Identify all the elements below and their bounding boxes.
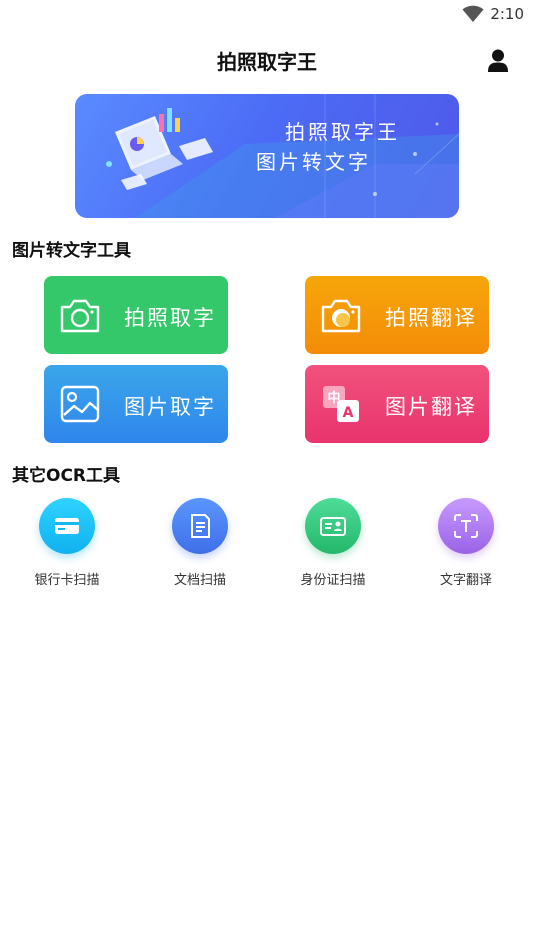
image-ocr-button[interactable]: 图片取字: [44, 365, 228, 443]
other-tool-label: 文字翻译: [439, 573, 492, 588]
status-bar: 2:10: [0, 0, 534, 30]
photo-ocr-button[interactable]: 拍照取字: [44, 276, 228, 354]
document-icon: [191, 514, 210, 538]
camera-translate-icon: [321, 299, 361, 333]
id-card-circle: [305, 498, 361, 554]
wifi-icon: [462, 5, 484, 22]
id-card-scan-button[interactable]: 身份证扫描: [283, 498, 383, 588]
image-icon: [60, 385, 100, 423]
bank-card-circle: [39, 498, 95, 554]
bank-card-scan-button[interactable]: 银行卡扫描: [17, 498, 117, 588]
svg-text:A: A: [343, 405, 354, 421]
tool-label: 图片翻译: [385, 395, 477, 419]
photo-translate-button[interactable]: 拍照翻译: [305, 276, 489, 354]
status-time: 2:10: [490, 5, 524, 23]
banner-title: 拍照取字王: [285, 120, 400, 144]
text-translate-button[interactable]: 文字翻译: [416, 498, 516, 588]
page-title: 拍照取字王: [217, 50, 317, 74]
banner-subtitle: 图片转文字: [256, 150, 371, 174]
id-card-icon: [320, 517, 346, 536]
user-profile-button[interactable]: [486, 48, 510, 74]
promo-banner[interactable]: 拍照取字王 图片转文字: [75, 94, 459, 218]
camera-icon: [60, 299, 100, 333]
user-icon: [488, 49, 508, 72]
document-circle: [172, 498, 228, 554]
other-tool-label: 银行卡扫描: [34, 573, 100, 588]
tool-label: 拍照取字: [124, 306, 216, 330]
document-scan-button[interactable]: 文档扫描: [150, 498, 250, 588]
translate-icon: 中 A: [323, 386, 359, 422]
bank-card-icon: [55, 518, 79, 534]
text-translate-circle: [438, 498, 494, 554]
image-translate-button[interactable]: 中 A 图片翻译: [305, 365, 489, 443]
tool-label: 图片取字: [124, 395, 216, 419]
section-title-ocr-tools: 图片转文字工具: [12, 241, 131, 261]
text-scan-icon: [454, 514, 478, 538]
other-tool-label: 身份证扫描: [300, 573, 366, 588]
section-title-other-tools: 其它OCR工具: [12, 466, 121, 486]
tool-label: 拍照翻译: [385, 306, 477, 330]
other-tool-label: 文档扫描: [173, 573, 226, 588]
